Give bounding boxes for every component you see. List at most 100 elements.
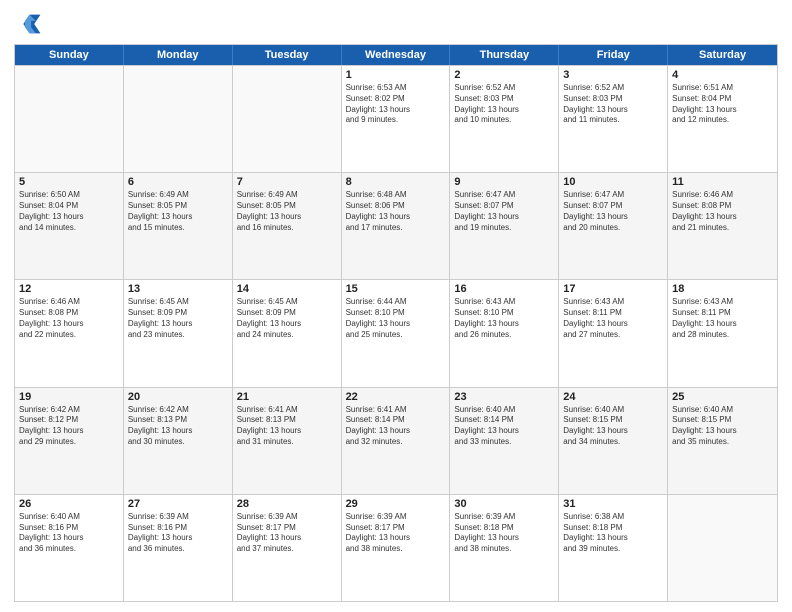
cal-week-4: 26Sunrise: 6:40 AM Sunset: 8:16 PM Dayli… (15, 494, 777, 601)
day-number: 11 (672, 176, 773, 188)
cal-cell-day-14: 14 Sunrise: 6:45 AM Sunset: 8:09 PM Dayli… (233, 280, 342, 386)
day-number: 20 (128, 391, 228, 403)
cell-info: Sunrise: 6:47 AM Sunset: 8:07 PM Dayligh… (454, 190, 554, 233)
cal-header-friday: Friday (559, 45, 668, 65)
cell-info: Sunrise: 6:40 AM Sunset: 8:15 PM Dayligh… (563, 405, 663, 448)
cal-cell-day-25: 25Sunrise: 6:40 AM Sunset: 8:15 PM Dayli… (668, 388, 777, 494)
cal-cell-day-15: 15Sunrise: 6:44 AM Sunset: 8:10 PM Dayli… (342, 280, 451, 386)
cal-cell-day-16: 16Sunrise: 6:43 AM Sunset: 8:10 PM Dayli… (450, 280, 559, 386)
cal-cell-day-7: 7 Sunrise: 6:49 AM Sunset: 8:05 PM Daylig… (233, 173, 342, 279)
day-number: 21 (237, 391, 337, 403)
day-number: 5 (19, 176, 119, 188)
cal-cell-day-2: 2Sunrise: 6:52 AM Sunset: 8:03 PM Daylig… (450, 66, 559, 172)
cal-cell-empty (15, 66, 124, 172)
cal-week-0: 1 Sunrise: 6:53 AM Sunset: 8:02 PM Daylig… (15, 65, 777, 172)
cal-cell-day-24: 24 Sunrise: 6:40 AM Sunset: 8:15 PM Dayli… (559, 388, 668, 494)
cal-header-saturday: Saturday (668, 45, 777, 65)
day-number: 14 (237, 283, 337, 295)
cell-info: Sunrise: 6:43 AM Sunset: 8:11 PM Dayligh… (563, 297, 663, 340)
day-number: 16 (454, 283, 554, 295)
cal-cell-day-17: 17 Sunrise: 6:43 AM Sunset: 8:11 PM Dayli… (559, 280, 668, 386)
cal-cell-day-12: 12Sunrise: 6:46 AM Sunset: 8:08 PM Dayli… (15, 280, 124, 386)
cell-info: Sunrise: 6:45 AM Sunset: 8:09 PM Dayligh… (237, 297, 337, 340)
cell-info: Sunrise: 6:49 AM Sunset: 8:05 PM Dayligh… (128, 190, 228, 233)
calendar-body: 1 Sunrise: 6:53 AM Sunset: 8:02 PM Daylig… (15, 65, 777, 601)
cal-header-tuesday: Tuesday (233, 45, 342, 65)
day-number: 1 (346, 69, 446, 81)
calendar-header-row: SundayMondayTuesdayWednesdayThursdayFrid… (15, 45, 777, 65)
cal-cell-day-9: 9Sunrise: 6:47 AM Sunset: 8:07 PM Daylig… (450, 173, 559, 279)
cal-cell-day-13: 13 Sunrise: 6:45 AM Sunset: 8:09 PM Dayli… (124, 280, 233, 386)
cal-cell-day-30: 30 Sunrise: 6:39 AM Sunset: 8:18 PM Dayli… (450, 495, 559, 601)
cal-header-wednesday: Wednesday (342, 45, 451, 65)
cell-info: Sunrise: 6:47 AM Sunset: 8:07 PM Dayligh… (563, 190, 663, 233)
day-number: 29 (346, 498, 446, 510)
cal-week-1: 5 Sunrise: 6:50 AM Sunset: 8:04 PM Daylig… (15, 172, 777, 279)
day-number: 6 (128, 176, 228, 188)
cell-info: Sunrise: 6:39 AM Sunset: 8:18 PM Dayligh… (454, 512, 554, 555)
cell-info: Sunrise: 6:39 AM Sunset: 8:17 PM Dayligh… (346, 512, 446, 555)
cell-info: Sunrise: 6:39 AM Sunset: 8:16 PM Dayligh… (128, 512, 228, 555)
cal-cell-day-21: 21 Sunrise: 6:41 AM Sunset: 8:13 PM Dayli… (233, 388, 342, 494)
day-number: 18 (672, 283, 773, 295)
day-number: 24 (563, 391, 663, 403)
day-number: 7 (237, 176, 337, 188)
cal-header-sunday: Sunday (15, 45, 124, 65)
cell-info: Sunrise: 6:52 AM Sunset: 8:03 PM Dayligh… (563, 83, 663, 126)
cal-header-monday: Monday (124, 45, 233, 65)
cell-info: Sunrise: 6:50 AM Sunset: 8:04 PM Dayligh… (19, 190, 119, 233)
day-number: 4 (672, 69, 773, 81)
cell-info: Sunrise: 6:48 AM Sunset: 8:06 PM Dayligh… (346, 190, 446, 233)
day-number: 12 (19, 283, 119, 295)
cell-info: Sunrise: 6:45 AM Sunset: 8:09 PM Dayligh… (128, 297, 228, 340)
cal-cell-day-28: 28Sunrise: 6:39 AM Sunset: 8:17 PM Dayli… (233, 495, 342, 601)
cal-cell-day-22: 22 Sunrise: 6:41 AM Sunset: 8:14 PM Dayli… (342, 388, 451, 494)
cal-cell-day-1: 1 Sunrise: 6:53 AM Sunset: 8:02 PM Daylig… (342, 66, 451, 172)
cell-info: Sunrise: 6:40 AM Sunset: 8:15 PM Dayligh… (672, 405, 773, 448)
cell-info: Sunrise: 6:41 AM Sunset: 8:13 PM Dayligh… (237, 405, 337, 448)
cal-cell-day-31: 31 Sunrise: 6:38 AM Sunset: 8:18 PM Dayli… (559, 495, 668, 601)
cal-cell-day-27: 27Sunrise: 6:39 AM Sunset: 8:16 PM Dayli… (124, 495, 233, 601)
cell-info: Sunrise: 6:46 AM Sunset: 8:08 PM Dayligh… (672, 190, 773, 233)
cal-cell-day-23: 23 Sunrise: 6:40 AM Sunset: 8:14 PM Dayli… (450, 388, 559, 494)
cell-info: Sunrise: 6:38 AM Sunset: 8:18 PM Dayligh… (563, 512, 663, 555)
day-number: 8 (346, 176, 446, 188)
day-number: 17 (563, 283, 663, 295)
cal-cell-empty (233, 66, 342, 172)
cell-info: Sunrise: 6:42 AM Sunset: 8:13 PM Dayligh… (128, 405, 228, 448)
cal-cell-day-5: 5 Sunrise: 6:50 AM Sunset: 8:04 PM Daylig… (15, 173, 124, 279)
cal-cell-day-10: 10 Sunrise: 6:47 AM Sunset: 8:07 PM Dayli… (559, 173, 668, 279)
cal-week-2: 12Sunrise: 6:46 AM Sunset: 8:08 PM Dayli… (15, 279, 777, 386)
cal-cell-day-18: 18Sunrise: 6:43 AM Sunset: 8:11 PM Dayli… (668, 280, 777, 386)
cell-info: Sunrise: 6:52 AM Sunset: 8:03 PM Dayligh… (454, 83, 554, 126)
cell-info: Sunrise: 6:49 AM Sunset: 8:05 PM Dayligh… (237, 190, 337, 233)
day-number: 10 (563, 176, 663, 188)
cal-header-thursday: Thursday (450, 45, 559, 65)
day-number: 23 (454, 391, 554, 403)
day-number: 31 (563, 498, 663, 510)
day-number: 19 (19, 391, 119, 403)
cell-info: Sunrise: 6:44 AM Sunset: 8:10 PM Dayligh… (346, 297, 446, 340)
cell-info: Sunrise: 6:51 AM Sunset: 8:04 PM Dayligh… (672, 83, 773, 126)
day-number: 26 (19, 498, 119, 510)
day-number: 28 (237, 498, 337, 510)
logo (14, 10, 46, 38)
cal-cell-empty (668, 495, 777, 601)
cal-cell-day-8: 8 Sunrise: 6:48 AM Sunset: 8:06 PM Daylig… (342, 173, 451, 279)
cal-cell-empty (124, 66, 233, 172)
cal-cell-day-3: 3 Sunrise: 6:52 AM Sunset: 8:03 PM Daylig… (559, 66, 668, 172)
day-number: 22 (346, 391, 446, 403)
cell-info: Sunrise: 6:53 AM Sunset: 8:02 PM Dayligh… (346, 83, 446, 126)
day-number: 3 (563, 69, 663, 81)
cal-cell-day-4: 4 Sunrise: 6:51 AM Sunset: 8:04 PM Daylig… (668, 66, 777, 172)
cell-info: Sunrise: 6:40 AM Sunset: 8:14 PM Dayligh… (454, 405, 554, 448)
cal-cell-day-26: 26Sunrise: 6:40 AM Sunset: 8:16 PM Dayli… (15, 495, 124, 601)
cal-week-3: 19 Sunrise: 6:42 AM Sunset: 8:12 PM Dayli… (15, 387, 777, 494)
cal-cell-day-11: 11 Sunrise: 6:46 AM Sunset: 8:08 PM Dayli… (668, 173, 777, 279)
cal-cell-day-29: 29 Sunrise: 6:39 AM Sunset: 8:17 PM Dayli… (342, 495, 451, 601)
cell-info: Sunrise: 6:42 AM Sunset: 8:12 PM Dayligh… (19, 405, 119, 448)
day-number: 13 (128, 283, 228, 295)
header (14, 10, 778, 38)
cell-info: Sunrise: 6:41 AM Sunset: 8:14 PM Dayligh… (346, 405, 446, 448)
day-number: 30 (454, 498, 554, 510)
